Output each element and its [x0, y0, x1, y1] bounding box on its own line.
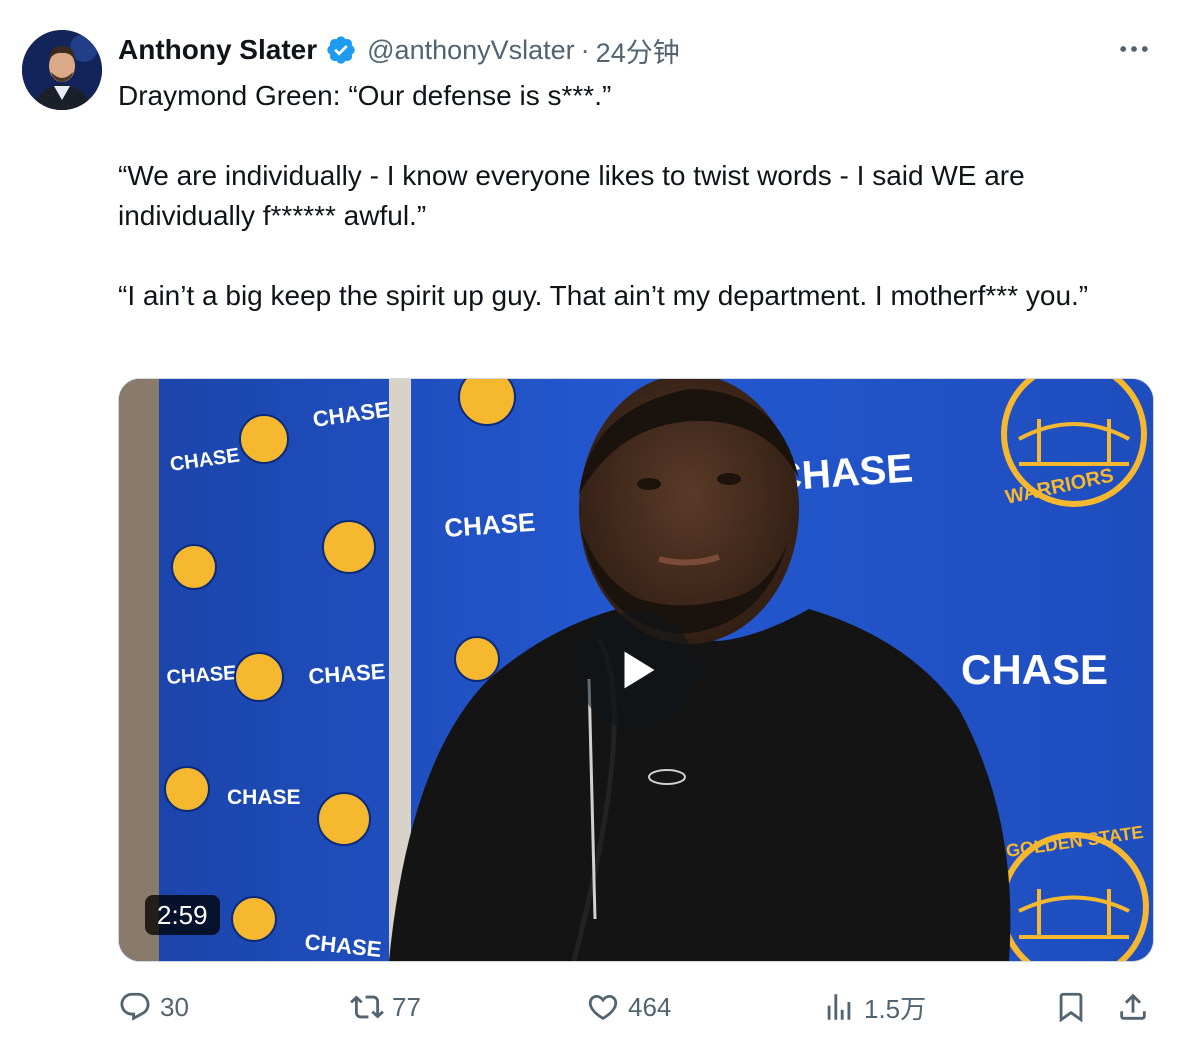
reply-icon [118, 990, 160, 1024]
play-icon [624, 651, 655, 689]
more-options-button[interactable] [1116, 34, 1152, 64]
like-button[interactable]: 464 [586, 985, 671, 1029]
bookmark-button[interactable] [1054, 985, 1096, 1029]
author-avatar[interactable] [22, 30, 102, 110]
backdrop-chase-text: CHASE [961, 646, 1108, 693]
video-player[interactable]: CHASE CHASE CHASE CHASE CHASE CHASE CHAS… [118, 378, 1154, 962]
video-duration-badge: 2:59 [145, 895, 220, 935]
repost-button[interactable]: 77 [350, 985, 421, 1029]
share-button[interactable] [1116, 985, 1158, 1029]
more-horizontal-icon [1120, 46, 1148, 52]
backdrop-chase-text: CHASE [227, 786, 301, 809]
repost-icon [350, 990, 392, 1024]
backdrop-chase-text: CHASE [443, 507, 536, 543]
tweet-paragraph: “I ain’t a big keep the spirit up guy. T… [118, 280, 1089, 311]
views-count: 1.5万 [864, 993, 927, 1024]
tweet-text: Draymond Green: “Our defense is s***.” “… [118, 76, 1128, 316]
repost-count: 77 [392, 991, 421, 1022]
tweet-actions-bar: 30 77 464 1.5万 [118, 985, 1164, 1029]
views-icon [822, 990, 864, 1024]
heart-icon [586, 990, 628, 1024]
reply-button[interactable]: 30 [118, 985, 189, 1029]
like-count: 464 [628, 991, 672, 1022]
play-button[interactable] [577, 611, 695, 729]
bookmark-icon [1054, 990, 1096, 1024]
avatar-portrait [22, 30, 102, 110]
views-button[interactable]: 1.5万 [822, 985, 926, 1029]
reply-count: 30 [160, 991, 189, 1022]
verified-badge-icon [325, 34, 357, 66]
tweet-timestamp[interactable]: 24分钟 [596, 31, 680, 70]
author-display-name[interactable]: Anthony Slater [118, 34, 317, 66]
share-icon [1116, 990, 1158, 1024]
author-handle[interactable]: @anthonyVslater [367, 35, 575, 66]
meta-separator: · [580, 34, 590, 65]
tweet-paragraph: Draymond Green: “Our defense is s***.” [118, 80, 612, 111]
tweet-header: Anthony Slater @anthonyVslater · 24分钟 [118, 30, 680, 70]
tweet-paragraph: “We are individually - I know everyone l… [118, 160, 1025, 231]
